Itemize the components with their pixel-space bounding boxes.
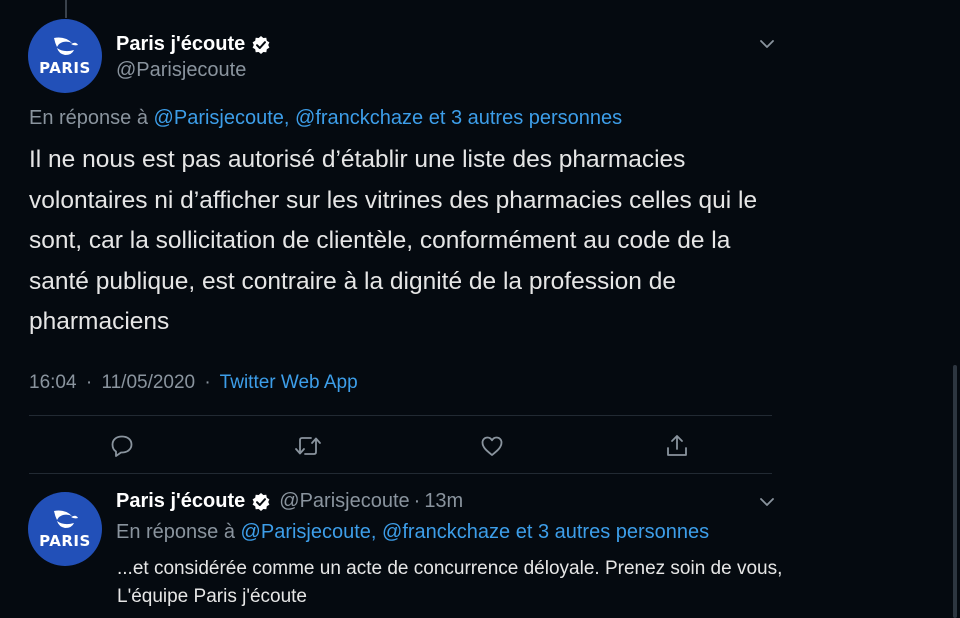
author-name[interactable]: Paris j'écoute [116, 33, 245, 56]
reply-author-handle[interactable]: @Parisjecoute [279, 490, 409, 513]
verified-badge-icon [252, 492, 270, 511]
retweet-button[interactable] [294, 432, 322, 460]
reply-text: ...et considérée comme un acte de concur… [117, 558, 783, 607]
reply-context: En réponse à @Parisjecoute, @franckchaze… [116, 521, 709, 544]
scrollbar[interactable] [953, 365, 957, 618]
avatar[interactable]: PARIS [28, 19, 102, 93]
tweet-meta: 16:04 · 11/05/2020 · Twitter Web App [29, 372, 358, 394]
author-line: Paris j'écoute [116, 33, 271, 56]
tweet-source[interactable]: Twitter Web App [220, 372, 358, 393]
reply-author-name[interactable]: Paris j'écoute [116, 490, 245, 513]
heart-icon [481, 436, 503, 456]
share-button[interactable] [663, 432, 691, 460]
reply-button[interactable] [108, 432, 136, 460]
avatar[interactable]: PARIS [28, 492, 102, 566]
reply-prefix: En réponse à [116, 521, 235, 543]
comment-icon [111, 435, 133, 457]
reply-to-link[interactable]: @Parisjecoute, @franckchaze et 3 autres … [154, 107, 623, 129]
like-button[interactable] [478, 432, 506, 460]
reply-author-line: Paris j'écoute @Parisjecoute · 13m [116, 490, 463, 513]
timeline: PARIS Paris j'écoute @Parisjecoute En ré… [0, 0, 960, 618]
retweet-icon [295, 437, 321, 455]
avatar-label: PARIS [39, 59, 91, 77]
tweet-date[interactable]: 11/05/2020 [101, 372, 195, 393]
reply-separator: · [413, 490, 421, 512]
thread-connector [65, 0, 67, 18]
divider [29, 415, 772, 416]
chevron-down-icon[interactable] [759, 39, 775, 49]
reply-age[interactable]: 13m [424, 490, 463, 513]
avatar-label: PARIS [39, 532, 91, 550]
author-handle[interactable]: @Parisjecoute [116, 59, 246, 82]
reply-to-link[interactable]: @Parisjecoute, @franckchaze et 3 autres … [241, 521, 710, 543]
paris-logo-icon [54, 37, 78, 55]
reply-context: En réponse à @Parisjecoute, @franckchaze… [29, 107, 622, 130]
tweet-time[interactable]: 16:04 [29, 372, 77, 393]
meta-separator: · [204, 372, 211, 393]
meta-separator: · [85, 372, 93, 393]
divider [29, 473, 772, 474]
chevron-down-icon[interactable] [759, 497, 775, 507]
verified-badge-icon [252, 35, 270, 54]
paris-logo-icon [54, 510, 78, 528]
tweet-text: Il ne nous est pas autorisé d’établir un… [29, 146, 758, 335]
share-icon [667, 435, 687, 456]
reply-prefix: En réponse à [29, 107, 148, 129]
